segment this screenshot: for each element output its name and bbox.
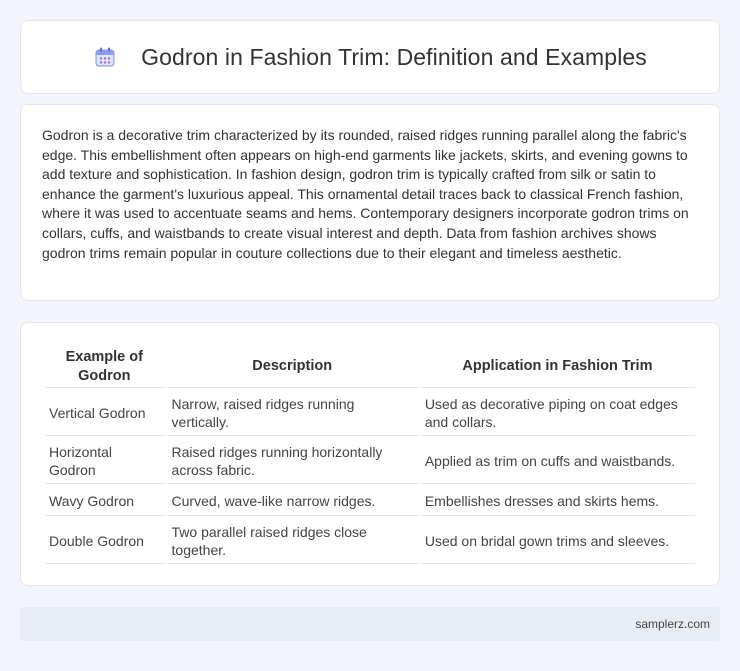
table-cell: Curved, wave-like narrow ridges. [166, 486, 418, 516]
header-card: Godron in Fashion Trim: Definition and E… [20, 20, 720, 94]
table-row: Double Godron Two parallel raised ridges… [44, 518, 695, 564]
table-row: Vertical Godron Narrow, raised ridges ru… [44, 390, 695, 436]
table-cell: Used on bridal gown trims and sleeves. [419, 518, 695, 564]
calendar-icon [93, 45, 117, 69]
table-cell: Applied as trim on cuffs and waistbands. [419, 438, 695, 484]
footer-bar: samplerz.com [20, 607, 720, 641]
table-cell: Double Godron [44, 518, 165, 564]
table-cell: Used as decorative piping on coat edges … [419, 390, 695, 436]
column-header: Description [166, 346, 418, 388]
title-wrap: Godron in Fashion Trim: Definition and E… [93, 44, 647, 71]
table-cell: Narrow, raised ridges running vertically… [166, 390, 418, 436]
table-card: Example of Godron Description Applicatio… [20, 322, 720, 586]
table-row: Horizontal Godron Raised ridges running … [44, 438, 695, 484]
table-cell: Wavy Godron [44, 486, 165, 516]
column-header: Application in Fashion Trim [419, 346, 695, 388]
column-header: Example of Godron [44, 346, 165, 388]
table-cell: Embellishes dresses and skirts hems. [419, 486, 695, 516]
table-header-row: Example of Godron Description Applicatio… [44, 346, 695, 388]
intro-card: Godron is a decorative trim characterize… [20, 104, 720, 301]
table-cell: Horizontal Godron [44, 438, 165, 484]
table-cell: Two parallel raised ridges close togethe… [166, 518, 418, 564]
table-row: Wavy Godron Curved, wave-like narrow rid… [44, 486, 695, 516]
godron-table: Example of Godron Description Applicatio… [42, 344, 697, 566]
table-cell: Vertical Godron [44, 390, 165, 436]
footer-site-link[interactable]: samplerz.com [635, 617, 710, 631]
table-cell: Raised ridges running horizontally acros… [166, 438, 418, 484]
page-title: Godron in Fashion Trim: Definition and E… [141, 43, 647, 70]
intro-paragraph: Godron is a decorative trim characterize… [42, 127, 689, 261]
